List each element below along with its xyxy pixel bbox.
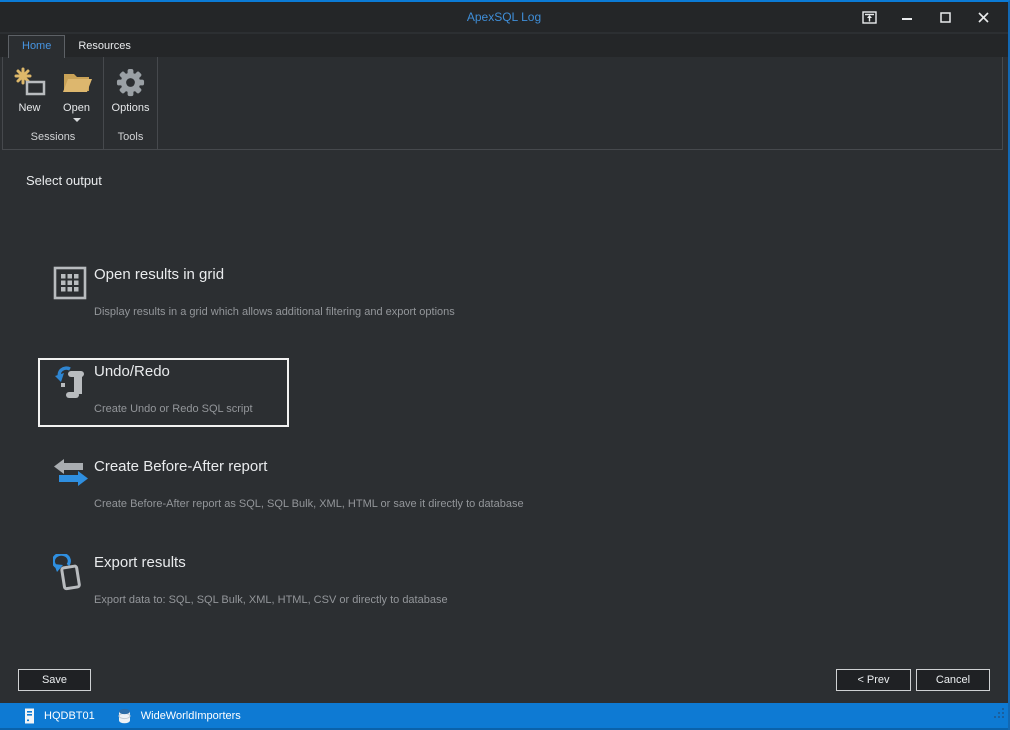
undo-redo-script-icon xyxy=(53,363,89,401)
tab-home[interactable]: Home xyxy=(8,35,66,58)
option-description: Display results in a grid which allows a… xyxy=(94,306,455,318)
pin-window-icon[interactable] xyxy=(850,3,888,31)
apexsql-log-window: ApexSQL Log Home Resources New Open Sess… xyxy=(0,0,1010,730)
open-dropdown-arrow-icon[interactable] xyxy=(72,118,81,122)
cancel-button[interactable]: Cancel xyxy=(916,669,990,691)
ribbon: New Open Sessions Options Tools xyxy=(2,56,1003,150)
title-bar: ApexSQL Log xyxy=(0,2,1008,32)
grid-icon xyxy=(53,266,89,304)
window-title: ApexSQL Log xyxy=(466,10,542,24)
prev-button[interactable]: < Prev xyxy=(836,669,911,691)
new-button-label: New xyxy=(18,102,41,114)
open-folder-icon xyxy=(60,65,94,99)
open-button-label: Open xyxy=(63,102,90,114)
save-button[interactable]: Save xyxy=(18,669,91,691)
close-button[interactable] xyxy=(964,3,1002,31)
options-button[interactable]: Options xyxy=(107,60,154,128)
before-after-arrows-icon xyxy=(53,458,89,496)
option-description: Create Before-After report as SQL, SQL B… xyxy=(94,498,524,510)
resize-grip[interactable] xyxy=(994,706,1005,724)
window-controls xyxy=(850,2,1002,32)
tab-resources[interactable]: Resources xyxy=(65,36,144,57)
minimize-button[interactable] xyxy=(888,3,926,31)
option-title: Export results xyxy=(94,554,186,571)
option-undo-redo[interactable]: Undo/Redo Create Undo or Redo SQL script xyxy=(53,363,253,415)
option-title: Create Before-After report xyxy=(94,458,268,475)
page-title: Select output xyxy=(26,173,102,188)
option-title: Open results in grid xyxy=(94,266,225,283)
ribbon-group-label-tools: Tools xyxy=(117,131,144,143)
gear-icon xyxy=(115,65,146,99)
database-icon xyxy=(117,708,132,724)
option-before-after-report[interactable]: Create Before-After report Create Before… xyxy=(53,458,524,510)
status-bar: HQDBT01 WideWorldImporters xyxy=(0,703,1008,730)
database-status-item: WideWorldImporters xyxy=(117,708,241,724)
ribbon-tab-bar: Home Resources xyxy=(0,34,1008,58)
open-session-button[interactable]: Open xyxy=(53,60,100,128)
ribbon-group-sessions: New Open Sessions xyxy=(3,57,104,149)
new-session-button[interactable]: New xyxy=(6,60,53,128)
maximize-button[interactable] xyxy=(926,3,964,31)
option-description: Export data to: SQL, SQL Bulk, XML, HTML… xyxy=(94,594,448,606)
export-document-icon xyxy=(51,552,89,592)
server-status-item: HQDBT01 xyxy=(24,708,95,724)
options-button-label: Options xyxy=(111,102,150,114)
database-name: WideWorldImporters xyxy=(140,709,241,722)
option-title: Undo/Redo xyxy=(94,363,170,380)
ribbon-group-tools: Options Tools xyxy=(104,57,158,149)
server-icon xyxy=(24,708,35,724)
option-open-results-in-grid[interactable]: Open results in grid Display results in … xyxy=(53,266,455,318)
option-export-results[interactable]: Export results Export data to: SQL, SQL … xyxy=(51,552,448,606)
server-name: HQDBT01 xyxy=(44,709,95,722)
option-description: Create Undo or Redo SQL script xyxy=(94,403,253,415)
ribbon-group-label-sessions: Sessions xyxy=(30,131,76,143)
new-session-icon xyxy=(14,65,46,99)
